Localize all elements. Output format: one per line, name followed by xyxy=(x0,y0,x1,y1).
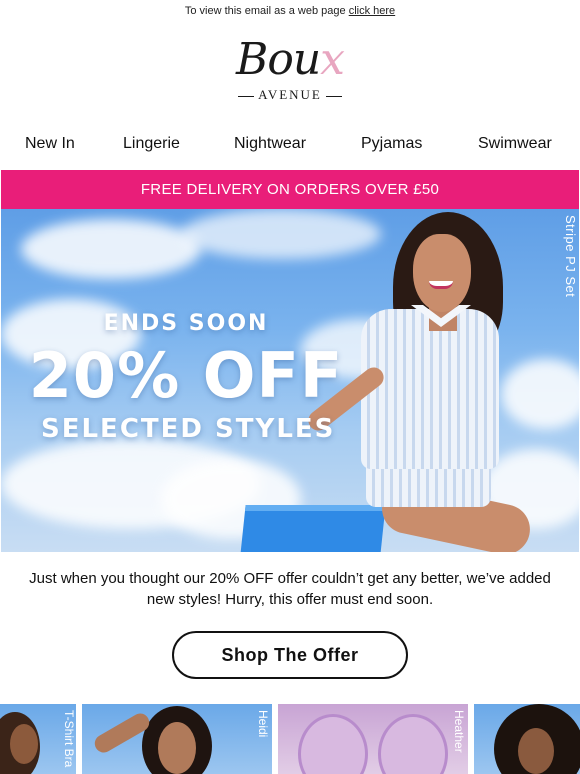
offer-description: Just when you thought our 20% OFF offer … xyxy=(29,570,551,608)
shop-offer-button[interactable]: Shop The Offer xyxy=(172,631,408,679)
model-face xyxy=(158,722,196,774)
hero-ends-soon: ENDS SOON xyxy=(103,311,269,336)
nav-item-pyjamas[interactable]: Pyjamas xyxy=(361,128,422,160)
brand-logo[interactable]: Boux AVENUE xyxy=(215,30,365,110)
model-face xyxy=(10,724,38,764)
product-thumb-label xyxy=(560,710,578,774)
hero-discount: 20% OFF xyxy=(28,339,344,412)
nav-item-lingerie[interactable]: Lingerie xyxy=(123,128,180,160)
cloud xyxy=(501,359,579,429)
product-thumb-tshirt-bra[interactable]: T-Shirt Bra xyxy=(0,704,76,774)
cloud xyxy=(21,219,201,279)
webview-notice: To view this email as a web page click h… xyxy=(0,0,580,22)
logo-wordmark: Boux xyxy=(236,34,345,85)
product-thumb-label: Heather xyxy=(452,710,466,753)
lace-cup xyxy=(298,714,368,774)
product-thumb-4[interactable] xyxy=(474,704,580,774)
product-thumb-label: T-Shirt Bra xyxy=(62,710,76,768)
nav-item-new-in[interactable]: New In xyxy=(25,128,75,160)
product-thumbnails: T-Shirt Bra Heidi Heather xyxy=(0,704,580,774)
hero-selected-styles: SELECTED STYLES xyxy=(41,414,336,444)
model-face xyxy=(518,728,554,774)
nav-item-nightwear[interactable]: Nightwear xyxy=(234,128,306,160)
product-thumb-label: Heidi xyxy=(256,710,270,738)
logo-subtitle: AVENUE xyxy=(215,87,365,103)
model-face xyxy=(413,234,471,312)
product-thumb-heather[interactable]: Heather xyxy=(278,704,468,774)
main-nav: New In Lingerie Nightwear Pyjamas Swimwe… xyxy=(0,128,580,160)
webview-link[interactable]: click here xyxy=(349,5,395,17)
lace-cup xyxy=(378,714,448,774)
model-pyjama-top xyxy=(361,309,499,469)
product-thumb-heidi[interactable]: Heidi xyxy=(82,704,272,774)
hero-banner[interactable]: ENDS SOON 20% OFF SELECTED STYLES Stripe… xyxy=(1,209,579,552)
blue-box xyxy=(240,505,386,552)
free-delivery-banner[interactable]: FREE DELIVERY ON ORDERS OVER £50 xyxy=(1,170,579,209)
hero-product-tag: Stripe PJ Set xyxy=(563,215,578,298)
webview-text: To view this email as a web page xyxy=(184,5,346,17)
nav-item-swimwear[interactable]: Swimwear xyxy=(478,128,552,160)
cloud xyxy=(181,209,381,259)
